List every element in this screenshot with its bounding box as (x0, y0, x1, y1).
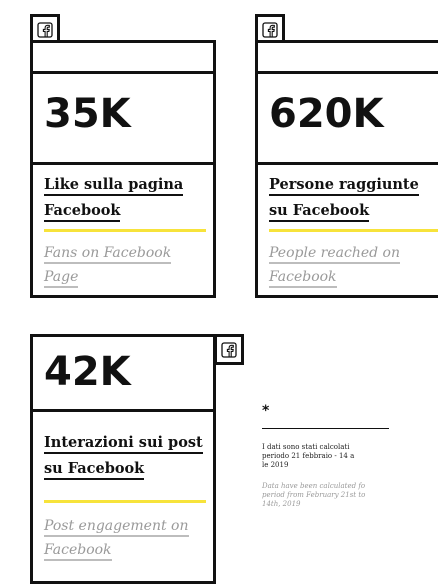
english-title: Post engagement on Facebook (44, 514, 189, 562)
english-title-line: Fans on Facebook (44, 245, 172, 264)
facebook-icon (37, 21, 53, 38)
english-title-line: Post engagement on (44, 518, 189, 537)
facebook-icon (221, 341, 237, 358)
stat-value: 42K (33, 334, 213, 412)
english-title: Fans on Facebook Page (44, 241, 172, 289)
italian-title: Persone raggiunte su Facebook (269, 172, 419, 224)
footnote-rule (262, 428, 389, 429)
footnote-english-line: 14th, 2019 (262, 500, 301, 508)
footnote-english-line: period from February 21st to (262, 491, 366, 499)
footnote-english: Data have been calculated fo period from… (256, 482, 438, 509)
footnote-italian-line: periodo 21 febbraio - 14 a (262, 452, 355, 460)
english-title: People reached on Facebook (269, 241, 401, 289)
footnote-italian-line: I dati sono stati calcolati (262, 443, 350, 451)
footnote: * I dati sono stati calcolati periodo 21… (256, 404, 438, 509)
english-title-line: Facebook (44, 542, 112, 561)
english-title-line: Facebook (269, 269, 337, 288)
italian-title-line: Persone raggiunte (269, 176, 419, 196)
footnote-english-line: Data have been calculated fo (262, 482, 366, 490)
footnote-italian: I dati sono stati calcolati periodo 21 f… (256, 443, 438, 470)
italian-title-line: Interazioni sui post (44, 434, 203, 454)
stat-value: 35K (33, 71, 213, 165)
stat-card-engagement: 42K Interazioni sui post su Facebook Pos… (30, 334, 216, 584)
english-title-line: Page (44, 269, 79, 288)
footnote-marker: * (262, 403, 270, 419)
italian-title-line: Like sulla pagina (44, 176, 184, 196)
stat-card-fans: 35K Like sulla pagina Facebook Fans on F… (30, 40, 216, 298)
facebook-tab-3 (214, 334, 244, 365)
italian-title: Interazioni sui post su Facebook (44, 430, 203, 482)
yellow-divider (44, 500, 206, 503)
italian-title: Like sulla pagina Facebook (44, 172, 184, 224)
italian-title-line: su Facebook (269, 202, 370, 222)
italian-title-line: su Facebook (44, 460, 145, 480)
english-title-line: People reached on (269, 245, 401, 264)
yellow-divider (269, 229, 438, 232)
facebook-icon (262, 21, 278, 38)
stat-value: 620K (258, 71, 438, 165)
yellow-divider (44, 229, 206, 232)
italian-title-line: Facebook (44, 202, 121, 222)
footnote-italian-line: le 2019 (262, 461, 289, 469)
stat-card-reach: 620K Persone raggiunte su Facebook Peopl… (255, 40, 438, 298)
